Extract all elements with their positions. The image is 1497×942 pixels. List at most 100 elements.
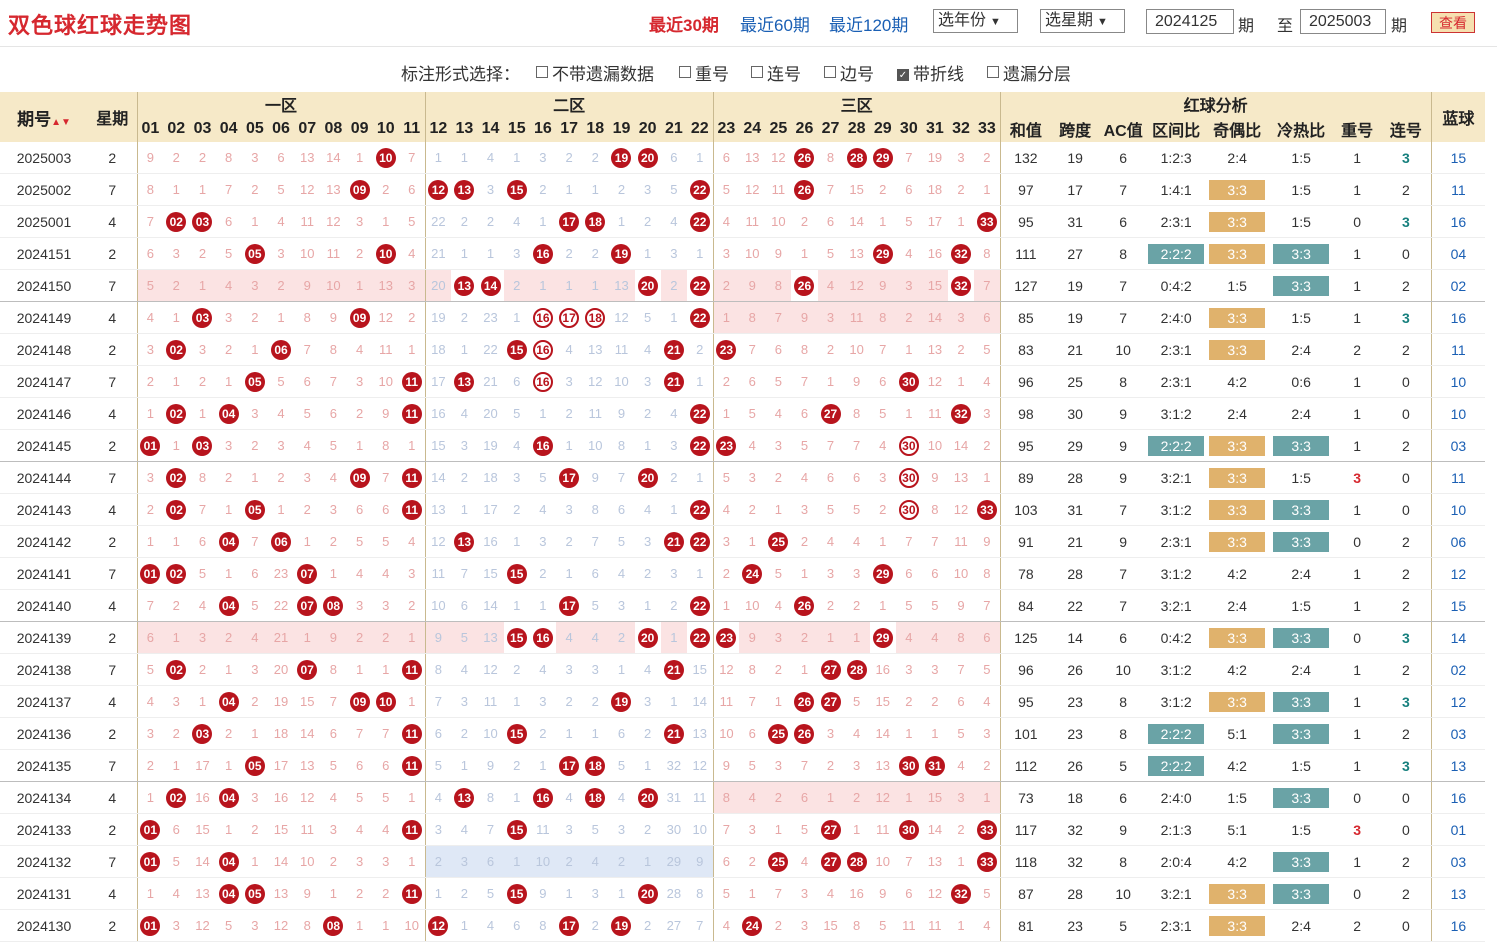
red-ball: 22 xyxy=(686,589,714,622)
miss-count: 13 xyxy=(843,237,870,270)
red-ball: 26 xyxy=(791,685,818,718)
repeat-cell: 1 xyxy=(1333,269,1382,302)
zone-ratio-cell: 2:3:1 xyxy=(1147,205,1206,238)
miss-count: 1 xyxy=(136,781,164,814)
red-ball-number: 10 xyxy=(375,147,396,168)
red-ball-number: 16 xyxy=(532,243,553,264)
miss-count: 2 xyxy=(582,142,609,174)
miss-count: 5 xyxy=(765,365,792,398)
miss-count: 5 xyxy=(817,493,844,526)
miss-count: 3 xyxy=(556,653,583,686)
miss-count: 22 xyxy=(424,205,452,238)
miss-count: 4 xyxy=(163,877,190,910)
number-header: 29 xyxy=(869,116,896,142)
miss-count: 6 xyxy=(974,621,1001,654)
red-ball: 25 xyxy=(765,845,792,878)
miss-count: 4 xyxy=(869,429,896,462)
option-miss-layer[interactable]: 遗漏分层 xyxy=(987,60,1071,85)
red-ball: 10 xyxy=(372,685,399,718)
red-ball: 11 xyxy=(398,653,426,686)
miss-count: 3 xyxy=(320,813,347,846)
blue-header: 蓝球 xyxy=(1430,92,1486,142)
miss-count: 5 xyxy=(215,237,242,270)
red-ball-number: 02 xyxy=(166,787,187,808)
period-header[interactable]: 期号▲▼ xyxy=(0,92,88,142)
zone-ratio-cell: 2:2:2 xyxy=(1147,237,1206,270)
red-ball: 15 xyxy=(503,621,530,654)
checkbox-icon[interactable] xyxy=(679,66,691,78)
miss-count: 7 xyxy=(477,813,504,846)
option-no-miss-data[interactable]: 不带遗漏数据 xyxy=(536,60,654,85)
analysis-col-header: 跨度 xyxy=(1051,116,1100,142)
miss-count: 2 xyxy=(947,813,975,846)
nav-recent-60[interactable]: 最近60期 xyxy=(740,11,810,36)
period-header-label: 期号 xyxy=(17,109,52,129)
miss-count: 4 xyxy=(529,653,556,686)
miss-count: 2 xyxy=(712,557,740,590)
red-ball: 22 xyxy=(686,525,714,558)
miss-count: 1 xyxy=(686,237,714,270)
miss-count: 8 xyxy=(765,269,792,302)
ac-cell: 8 xyxy=(1099,237,1148,270)
option-polyline[interactable]: ✓ 带折线 xyxy=(897,60,964,85)
ac-cell: 9 xyxy=(1099,525,1148,558)
miss-count: 6 xyxy=(451,589,478,622)
miss-count: 1 xyxy=(869,525,896,558)
query-button[interactable]: 查看 xyxy=(1431,12,1475,33)
miss-count: 12 xyxy=(294,173,321,206)
miss-count: 1 xyxy=(686,142,714,174)
option-repeat[interactable]: 重号 xyxy=(679,60,729,85)
span-cell: 26 xyxy=(1051,653,1100,686)
table-row: 2025003 2 9 2 2 8 3 6 13 14 1 10 7 1 1 4 1 3 2 2 19 20 6 1 6 13 12… xyxy=(0,142,1486,174)
checkbox-icon[interactable] xyxy=(987,66,999,78)
nav-recent-120[interactable]: 最近120期 xyxy=(829,11,908,36)
nav-recent-30[interactable]: 最近30期 xyxy=(649,11,719,36)
from-period-input[interactable]: 2024125 xyxy=(1146,9,1234,34)
miss-count: 15 xyxy=(477,557,504,590)
red-ball-number: 07 xyxy=(297,563,318,584)
miss-count: 19 xyxy=(921,142,948,174)
red-ball: 29 xyxy=(869,557,896,590)
number-header: 11 xyxy=(398,116,426,142)
miss-count: 4 xyxy=(372,813,399,846)
red-ball-number: 32 xyxy=(951,243,972,264)
red-ball: 07 xyxy=(294,589,321,622)
miss-count: 17 xyxy=(921,205,948,238)
sort-icon[interactable]: ▲▼ xyxy=(51,117,71,128)
option-edge[interactable]: 边号 xyxy=(824,60,874,85)
miss-count: 4 xyxy=(503,205,530,238)
miss-count: 3 xyxy=(817,301,844,334)
option-consecutive[interactable]: 连号 xyxy=(751,60,801,85)
miss-count: 1 xyxy=(582,173,609,206)
cold-hot-cell-tag: 3:3 xyxy=(1273,275,1330,296)
miss-count: 5 xyxy=(739,397,766,430)
miss-count: 7 xyxy=(582,525,609,558)
repeat-cell: 1 xyxy=(1333,685,1382,718)
ac-cell: 7 xyxy=(1099,557,1148,590)
consecutive-cell: 0 xyxy=(1381,461,1432,494)
week-select[interactable]: 选星期 ▼ xyxy=(1040,9,1125,33)
sum-cell: 95 xyxy=(999,429,1052,462)
miss-count: 8 xyxy=(294,301,321,334)
miss-count: 7 xyxy=(320,365,347,398)
checkbox-checked-icon[interactable]: ✓ xyxy=(897,69,909,81)
miss-count: 1 xyxy=(739,877,766,910)
miss-count: 9 xyxy=(686,845,714,878)
week-cell: 7 xyxy=(88,173,137,206)
miss-count: 3 xyxy=(921,653,948,686)
checkbox-icon[interactable] xyxy=(824,66,836,78)
miss-count: 15 xyxy=(921,269,948,302)
number-header: 18 xyxy=(582,116,609,142)
red-ball-number: 04 xyxy=(218,883,239,904)
red-ball: 32 xyxy=(947,269,975,302)
red-ball: 15 xyxy=(503,877,530,910)
checkbox-icon[interactable] xyxy=(536,66,548,78)
to-period-input[interactable]: 2025003 xyxy=(1300,9,1386,34)
year-select[interactable]: 选年份 ▼ xyxy=(933,9,1018,33)
week-cell: 7 xyxy=(88,557,137,590)
miss-count: 1 xyxy=(869,205,896,238)
miss-count: 15 xyxy=(843,173,870,206)
checkbox-icon[interactable] xyxy=(751,66,763,78)
red-ball-number: 22 xyxy=(689,499,710,520)
miss-count: 1 xyxy=(712,589,740,622)
